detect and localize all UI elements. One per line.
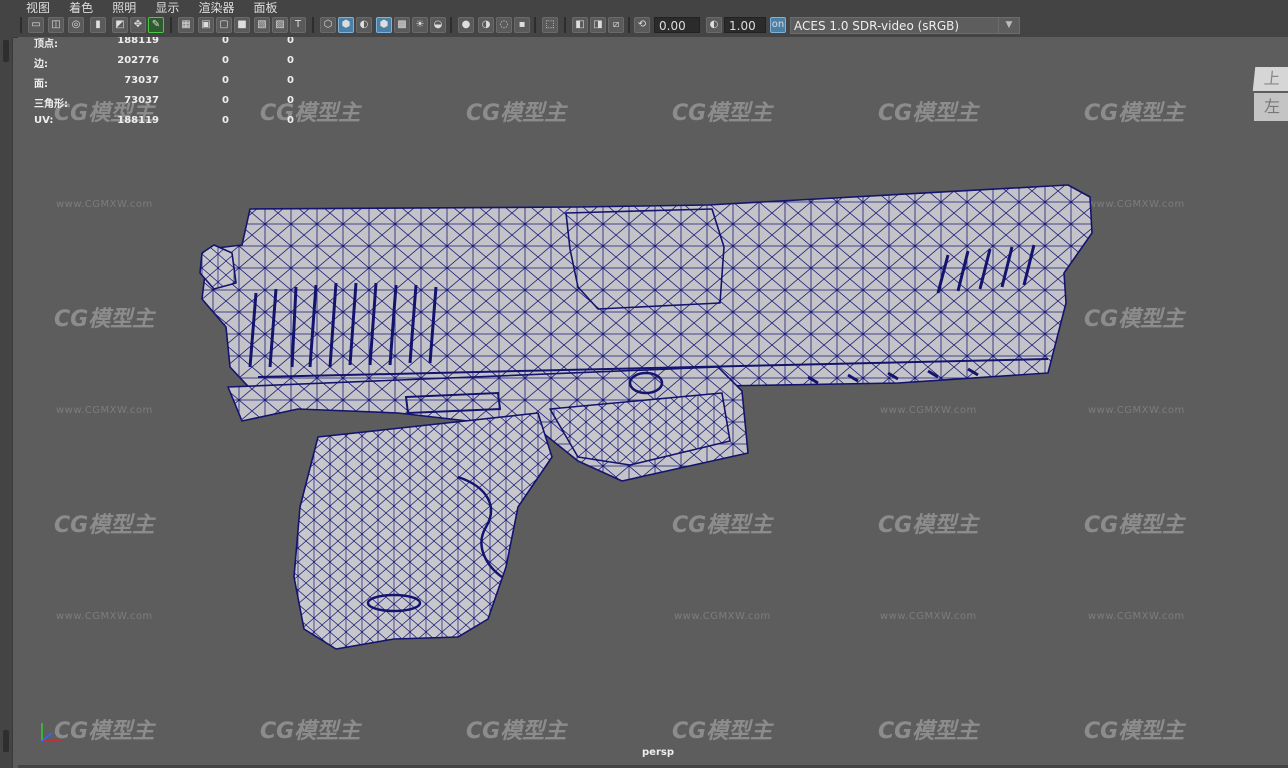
camera-attributes-icon[interactable]: ◫: [48, 17, 64, 33]
pistol-wireframe-model[interactable]: [18, 37, 1288, 765]
toolbar-separator: [312, 17, 314, 33]
grip: [293, 412, 553, 650]
wireframe-on-shaded-icon[interactable]: ⬢: [376, 17, 392, 33]
wireframe-icon[interactable]: ⬡: [320, 17, 336, 33]
panel-handle[interactable]: [3, 40, 9, 62]
left-panel-strip: [0, 0, 13, 768]
toolbar-separator: [534, 17, 536, 33]
image-plane-icon[interactable]: ◩: [112, 17, 128, 33]
colorspace-label: ACES 1.0 SDR-video (sRGB): [794, 19, 960, 33]
default-material-icon[interactable]: ◐: [356, 17, 372, 33]
panel-handle[interactable]: [3, 730, 9, 752]
ambient-occlusion-icon[interactable]: ●: [458, 17, 474, 33]
colorspace-dropdown[interactable]: ACES 1.0 SDR-video (sRGB) ▼: [790, 17, 1020, 34]
axis-indicator-icon: [41, 723, 62, 742]
isolate-icon[interactable]: ⬚: [542, 17, 558, 33]
gamma-icon[interactable]: ◐: [706, 17, 722, 33]
chevron-down-icon[interactable]: ▼: [998, 18, 1019, 33]
menu-panels[interactable]: 面板: [254, 2, 278, 13]
menu-renderer[interactable]: 渲染器: [198, 2, 234, 13]
grid-icon[interactable]: ▦: [178, 17, 194, 33]
gamma-field[interactable]: 1.00: [724, 17, 766, 33]
lighting-icon[interactable]: ☀: [412, 17, 428, 33]
toolbar-separator: [20, 17, 22, 33]
anti-aliasing-icon[interactable]: ◌: [496, 17, 512, 33]
camera-tumble-icon[interactable]: ◎: [68, 17, 84, 33]
ejection-port: [565, 208, 725, 310]
safe-title-icon[interactable]: T: [290, 17, 306, 33]
menu-show[interactable]: 显示: [155, 2, 179, 13]
depth-of-field-icon[interactable]: ▪: [514, 17, 530, 33]
xray-icon[interactable]: ◧: [572, 17, 588, 33]
bookmark-icon[interactable]: ▮: [90, 17, 106, 33]
viewcube-top-face[interactable]: 上: [1252, 67, 1288, 91]
gate-mask-icon[interactable]: ■: [234, 17, 250, 33]
xray-components-icon[interactable]: ⧄: [608, 17, 624, 33]
menu-lighting[interactable]: 照明: [112, 2, 136, 13]
field-chart-icon[interactable]: ▧: [254, 17, 270, 33]
toolbar-separator: [450, 17, 452, 33]
shadow-icon[interactable]: ◒: [430, 17, 446, 33]
panel-toolbar: ▭ ◫ ◎ ▮ ◩ ✥ ✎ ▦ ▣ ▢ ■ ▧ ▨ T ⬡ ⬢ ◐ ⬢ ▩ ☀ …: [12, 13, 1288, 38]
resolution-gate-icon[interactable]: ▢: [216, 17, 232, 33]
exposure-icon[interactable]: ⟲: [634, 17, 650, 33]
3d-viewport[interactable]: 顶点: 188119 0 0 边: 202776 0 0 面: 73037 0 …: [18, 37, 1288, 765]
two-d-pan-icon[interactable]: ✥: [130, 17, 146, 33]
menu-shading[interactable]: 着色: [69, 2, 93, 13]
exposure-field[interactable]: 0.00: [654, 17, 700, 33]
xray-joints-icon[interactable]: ◨: [590, 17, 606, 33]
smooth-shade-icon[interactable]: ⬢: [338, 17, 354, 33]
panel-menu-bar: 视图 着色 照明 显示 渲染器 面板: [12, 0, 1288, 13]
toolbar-separator: [564, 17, 566, 33]
viewcube-front-face[interactable]: 左: [1254, 93, 1288, 121]
motion-blur-icon[interactable]: ◑: [478, 17, 494, 33]
safe-action-icon[interactable]: ▨: [272, 17, 288, 33]
color-management-icon[interactable]: on: [770, 17, 786, 33]
textured-icon[interactable]: ▩: [394, 17, 410, 33]
toolbar-separator: [628, 17, 630, 33]
grease-pencil-icon[interactable]: ✎: [148, 17, 164, 33]
toolbar-separator: [170, 17, 172, 33]
view-cube[interactable]: 上 左: [1252, 67, 1288, 127]
menu-view[interactable]: 视图: [26, 2, 50, 13]
film-gate-icon[interactable]: ▣: [198, 17, 214, 33]
camera-name-label: persp: [642, 747, 674, 758]
camera-icon[interactable]: ▭: [28, 17, 44, 33]
